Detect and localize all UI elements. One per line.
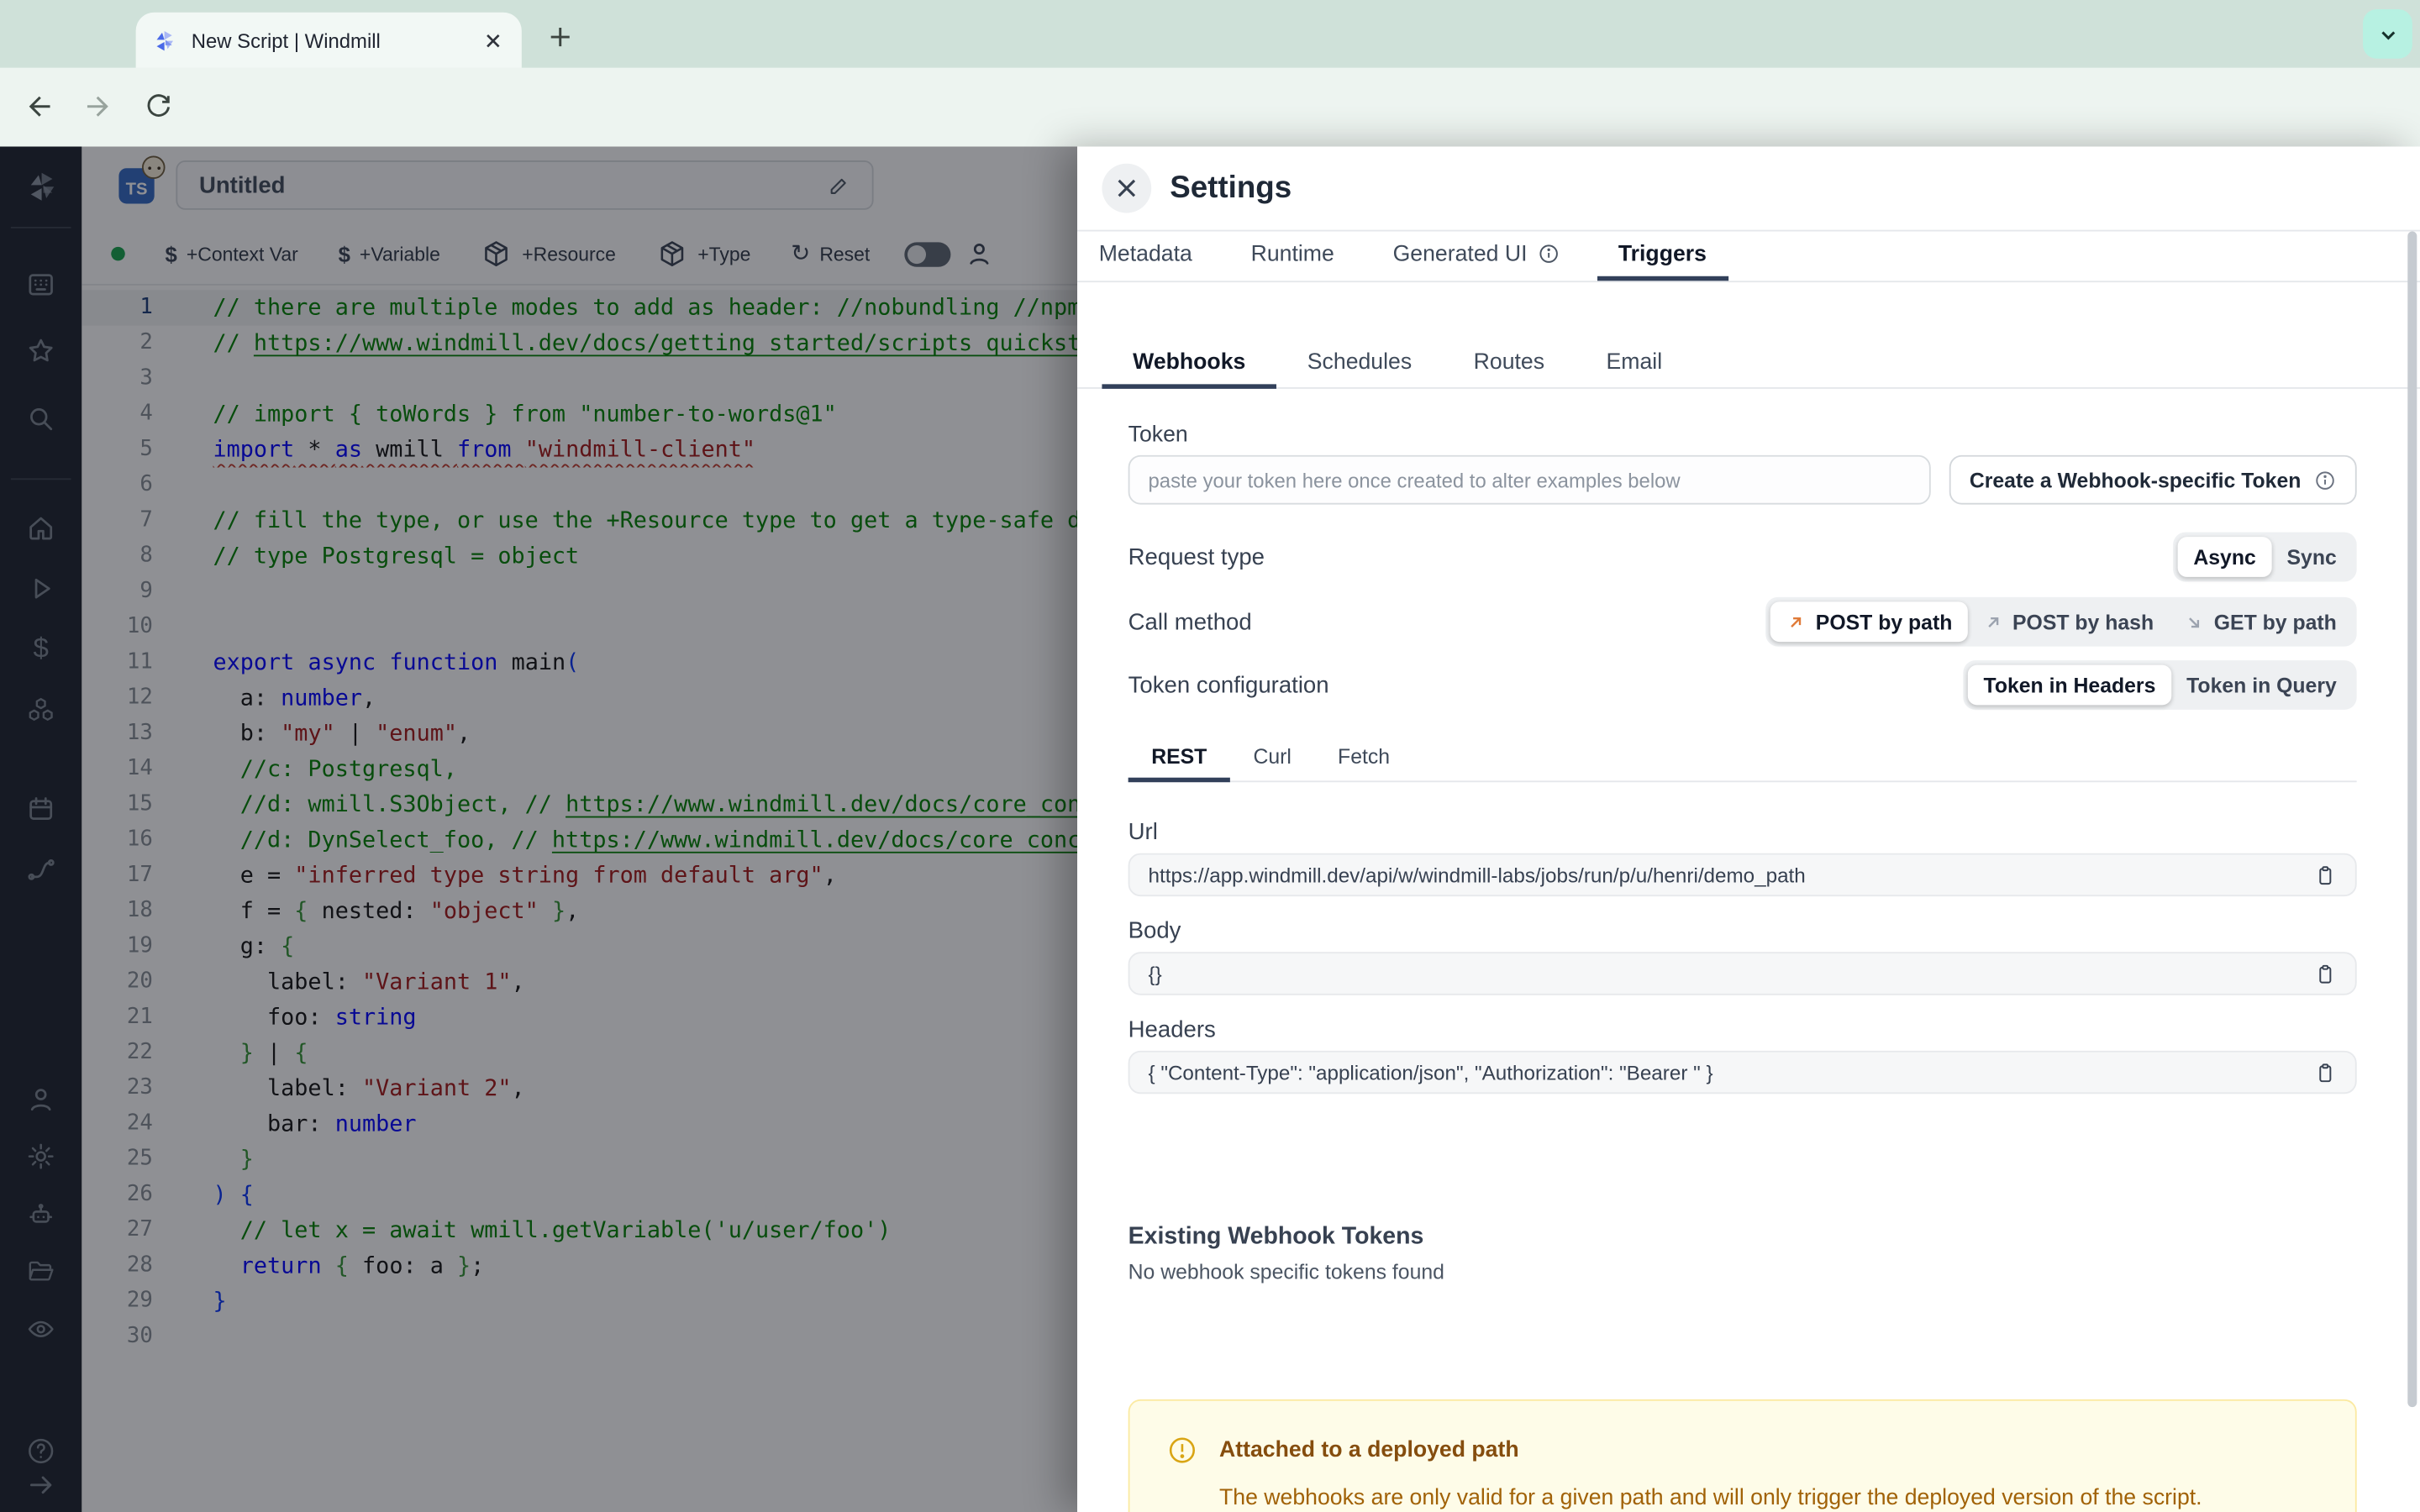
windmill-favicon xyxy=(151,27,177,53)
create-webhook-token-button[interactable]: Create a Webhook-specific Token xyxy=(1949,454,2357,505)
body-value: {} xyxy=(1148,962,1162,985)
arrow-up-right-icon xyxy=(1786,612,1807,632)
option-sync[interactable]: Sync xyxy=(2271,537,2352,577)
trigger-tab-webhooks[interactable]: Webhooks xyxy=(1102,341,1277,389)
arrow-down-right-icon xyxy=(2185,612,2205,632)
request-type-segmented: Async Sync xyxy=(2173,532,2357,582)
clipboard-icon[interactable] xyxy=(2313,864,2337,887)
deployed-path-warning: Attached to a deployed path The webhooks… xyxy=(1128,1399,2357,1512)
info-icon xyxy=(2313,468,2337,491)
example-tabs: REST Curl Fetch xyxy=(1128,734,2357,783)
new-tab-button[interactable] xyxy=(544,20,577,54)
app-page: $ TS Untitled $ +Context Var $ +Variable… xyxy=(0,146,2420,1512)
drawer-header: Settings xyxy=(1077,146,2420,229)
example-tab-curl[interactable]: Curl xyxy=(1230,734,1315,782)
backdrop-overlay[interactable] xyxy=(0,146,1078,1512)
clipboard-icon[interactable] xyxy=(2313,1061,2337,1084)
trigger-tab-routes[interactable]: Routes xyxy=(1443,341,1576,389)
info-icon xyxy=(1537,242,1560,265)
close-icon[interactable] xyxy=(1102,163,1152,213)
token-configuration-label: Token configuration xyxy=(1128,671,1329,699)
trigger-tabs: Webhooks Schedules Routes Email xyxy=(1077,341,2420,389)
option-get-by-path[interactable]: GET by path xyxy=(2169,601,2352,642)
trigger-tab-schedules[interactable]: Schedules xyxy=(1276,341,1443,389)
call-method-label: Call method xyxy=(1128,608,1252,635)
headers-value: { "Content-Type": "application/json", "A… xyxy=(1148,1060,1713,1084)
example-tab-rest[interactable]: REST xyxy=(1128,734,1230,783)
option-token-in-query[interactable]: Token in Query xyxy=(2171,665,2352,706)
option-post-by-hash[interactable]: POST by hash xyxy=(1968,601,2170,642)
headers-label: Headers xyxy=(1128,1016,1216,1043)
example-tab-fetch[interactable]: Fetch xyxy=(1314,734,1413,782)
warning-body: The webhooks are only valid for a given … xyxy=(1219,1485,2202,1511)
browser-tab[interactable]: New Script | Windmill xyxy=(135,12,522,68)
trigger-tab-email[interactable]: Email xyxy=(1576,341,1693,389)
back-icon[interactable] xyxy=(24,90,57,123)
clipboard-icon[interactable] xyxy=(2313,962,2337,985)
drawer-title: Settings xyxy=(1170,170,1292,205)
tab-runtime[interactable]: Runtime xyxy=(1229,232,1356,281)
tab-title: New Script | Windmill xyxy=(191,28,381,52)
arrow-up-right-icon xyxy=(1983,612,2003,632)
tab-metadata[interactable]: Metadata xyxy=(1077,232,1213,281)
browser-tab-strip: New Script | Windmill xyxy=(0,0,2420,68)
settings-tabs: Metadata Runtime Generated UI Triggers xyxy=(1077,232,2420,281)
url-value: https://app.windmill.dev/api/w/windmill-… xyxy=(1148,863,1806,887)
forward-icon[interactable] xyxy=(81,90,114,123)
tab-close-icon[interactable] xyxy=(478,26,506,54)
token-label: Token xyxy=(1128,423,1188,448)
body-label: Body xyxy=(1128,917,1181,945)
drawer-scrollbar[interactable] xyxy=(2407,231,2417,1408)
option-token-in-headers[interactable]: Token in Headers xyxy=(1968,664,2171,706)
tab-generated-ui[interactable]: Generated UI xyxy=(1371,232,1581,281)
tab-triggers[interactable]: Triggers xyxy=(1597,232,1728,281)
body-field[interactable]: {} xyxy=(1128,952,2357,995)
alert-circle-icon xyxy=(1167,1435,1198,1466)
headers-field[interactable]: { "Content-Type": "application/json", "A… xyxy=(1128,1050,2357,1095)
browser-toolbar: app.windmill.dev/scripts/add#JTdCJTIyaGF… xyxy=(0,67,2420,202)
window-chevron-button[interactable] xyxy=(2363,9,2412,59)
token-configuration-segmented: Token in Headers Token in Query xyxy=(1963,660,2357,710)
existing-tokens-title: Existing Webhook Tokens xyxy=(1128,1223,1424,1250)
existing-tokens-empty: No webhook specific tokens found xyxy=(1128,1260,1444,1284)
settings-drawer: Settings Metadata Runtime Generated UI Trig… xyxy=(1077,146,2420,1512)
option-post-by-path[interactable]: POST by path xyxy=(1770,601,1968,643)
url-field[interactable]: https://app.windmill.dev/api/w/windmill-… xyxy=(1128,853,2357,897)
request-type-label: Request type xyxy=(1128,543,1265,570)
url-label: Url xyxy=(1128,819,1158,846)
example-fields: Url https://app.windmill.dev/api/w/windmi… xyxy=(1128,819,2357,1095)
reload-icon[interactable] xyxy=(142,90,176,123)
webhooks-panel: Token Create a Webhook-specific Token Re… xyxy=(1077,423,2420,1512)
screen: New Script | Windmill a xyxy=(0,0,2420,1512)
warning-title: Attached to a deployed path xyxy=(1219,1437,1519,1463)
option-async[interactable]: Async xyxy=(2177,537,2272,577)
divider xyxy=(1077,281,2420,283)
call-method-segmented: POST by path POST by hash GET by path xyxy=(1766,596,2357,647)
token-input[interactable] xyxy=(1128,454,1931,505)
